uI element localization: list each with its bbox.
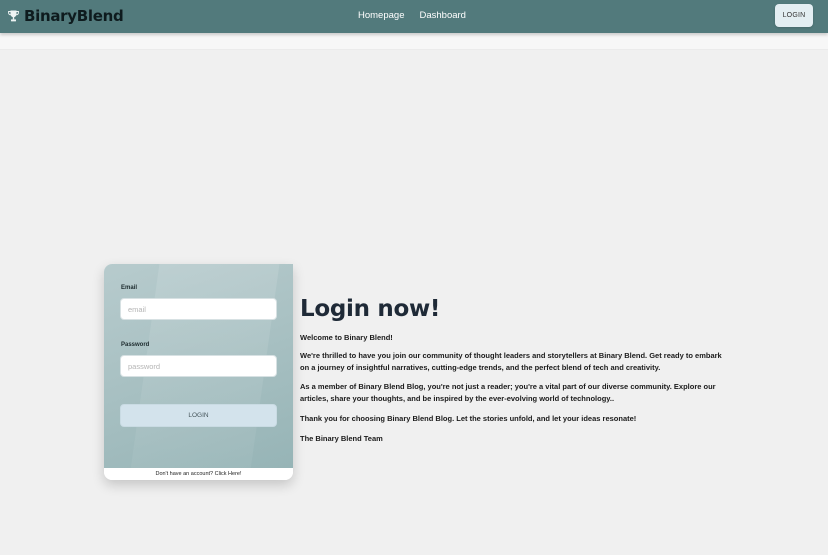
login-submit-button[interactable]: LOGIN: [120, 404, 277, 427]
intro-paragraph: We're thrilled to have you join our comm…: [300, 351, 722, 372]
nav-links: Homepage Dashboard: [358, 10, 466, 21]
welcome-text: Welcome to Binary Blend!: [300, 333, 393, 342]
navbar: BinaryBlend Homepage Dashboard LOGIN: [0, 0, 828, 33]
nav-link-dashboard[interactable]: Dashboard: [419, 10, 465, 21]
page-title: Login now!: [300, 296, 441, 322]
signup-link[interactable]: Don't have an account? Click Here!: [104, 468, 293, 480]
login-form: Email Password LOGIN: [104, 264, 293, 468]
password-input[interactable]: [120, 355, 277, 377]
membership-paragraph: As a member of Binary Blend Blog, you're…: [300, 382, 716, 403]
nav-link-homepage[interactable]: Homepage: [358, 10, 404, 21]
trophy-icon: [8, 9, 19, 23]
signature-text: The Binary Blend Team: [300, 434, 383, 443]
email-input[interactable]: [120, 298, 277, 320]
nav-login-button[interactable]: LOGIN: [775, 4, 813, 27]
navbar-shadow-strip: [0, 33, 828, 50]
login-card: Email Password LOGIN Don't have an accou…: [104, 264, 293, 480]
thanks-paragraph: Thank you for choosing Binary Blend Blog…: [300, 414, 637, 423]
password-label: Password: [121, 342, 150, 348]
login-intro: Login now! Welcome to Binary Blend! We'r…: [300, 294, 725, 443]
email-label: Email: [121, 285, 138, 291]
brand-name: BinaryBlend: [24, 7, 124, 25]
brand-logo-link[interactable]: BinaryBlend: [8, 6, 124, 26]
